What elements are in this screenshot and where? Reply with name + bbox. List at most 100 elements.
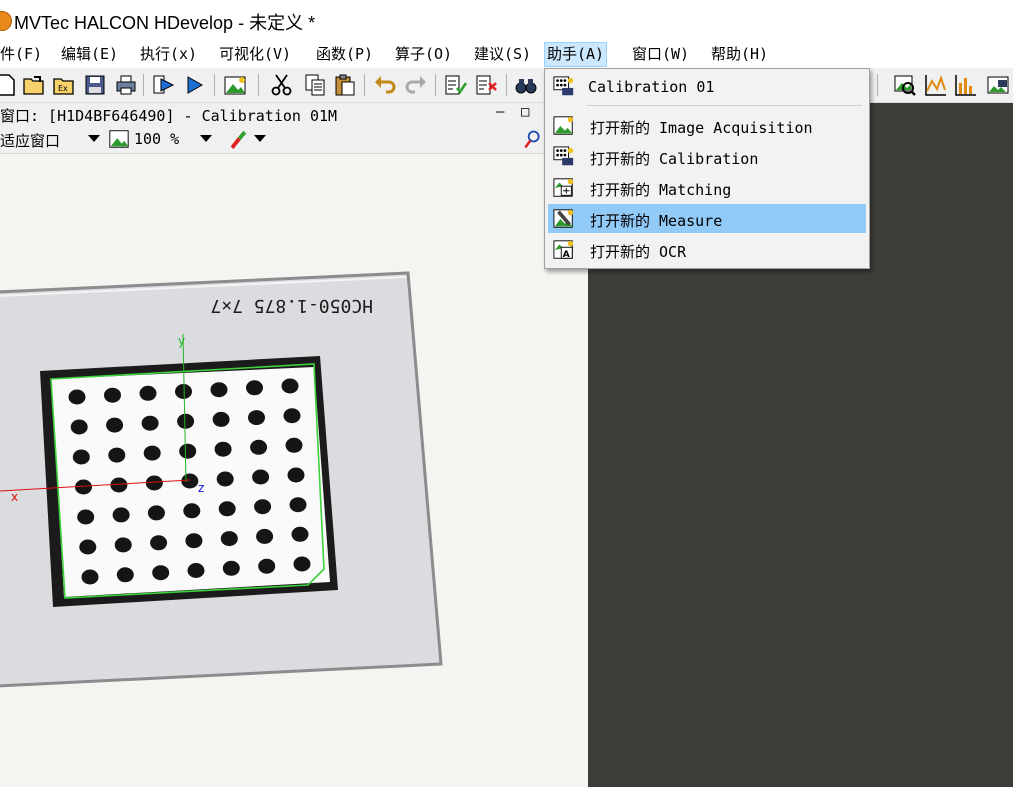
inspect-binoculars-icon[interactable] [514, 73, 538, 97]
menu-item-label: 打开新的 Measure [590, 212, 723, 230]
draw-tool-icon[interactable] [226, 128, 250, 150]
calibration-mark [147, 505, 165, 521]
toolbar-separator [435, 74, 436, 96]
menu-assistants[interactable]: 助手(A) [544, 42, 608, 67]
calibration-mark [104, 387, 121, 403]
assistants-dropdown-menu: Calibration 01 打开新的 Image Acquisition 打开… [544, 68, 870, 269]
calibration-mark [220, 531, 238, 547]
calibration-mark [175, 384, 192, 399]
menu-visualization[interactable]: 可视化(V) [219, 43, 291, 66]
calibration-mark [79, 539, 97, 555]
calibration-mark [110, 477, 128, 493]
step-icon[interactable] [184, 73, 208, 97]
minimize-button[interactable]: – [496, 104, 504, 120]
calibration-mark [108, 447, 126, 463]
new-file-icon[interactable] [0, 73, 18, 97]
zoom-image-icon [109, 130, 129, 148]
menu-window[interactable]: 窗口(W) [632, 43, 689, 66]
calibration-mark [185, 533, 203, 549]
menu-suggestions[interactable]: 建议(S) [474, 43, 531, 66]
calibration-mark [281, 378, 299, 394]
calibration-mark [283, 408, 301, 424]
calibration-mark [114, 537, 132, 553]
run-icon[interactable] [152, 73, 176, 97]
calibration-mark [81, 569, 99, 585]
menu-operators[interactable]: 算子(O) [395, 43, 452, 66]
save-icon[interactable] [83, 73, 107, 97]
calibration-mark [150, 535, 168, 551]
histogram-icon[interactable] [954, 73, 978, 97]
calibration-mark [187, 563, 205, 578]
chevron-down-icon[interactable] [200, 135, 212, 142]
line-profile-icon[interactable] [924, 73, 948, 97]
calibration-icon [553, 146, 574, 166]
chevron-down-icon[interactable] [254, 135, 266, 142]
calibration-mark [287, 467, 305, 483]
toolbar-separator [214, 74, 215, 96]
zoom-window-icon[interactable] [893, 73, 917, 97]
graphics-window-canvas[interactable]: y x z HC050-1.875 7×7 [0, 154, 588, 787]
calibration-mark [139, 385, 157, 401]
activate-line-icon[interactable] [444, 73, 468, 97]
undo-icon[interactable] [373, 73, 397, 97]
image-window-icon[interactable] [223, 73, 247, 97]
svg-text:A: A [563, 249, 571, 260]
menu-item-measure[interactable]: 打开新的 Measure [548, 204, 866, 233]
calibration-mark [250, 439, 268, 455]
calibration-mark [218, 501, 236, 517]
chevron-down-icon[interactable] [88, 135, 100, 142]
open-example-icon[interactable]: Ex [52, 73, 76, 97]
menu-item-matching[interactable]: 打开新的 Matching [548, 173, 866, 202]
maximize-button[interactable]: □ [521, 104, 529, 120]
calibration-mark [179, 443, 197, 459]
feature-inspection-icon[interactable] [986, 73, 1010, 97]
cut-icon[interactable] [270, 73, 294, 97]
calibration-mark [70, 419, 88, 435]
matching-icon [553, 178, 574, 197]
open-file-icon[interactable] [22, 73, 46, 97]
menu-help[interactable]: 帮助(H) [711, 43, 768, 66]
graphics-window-title: 窗口: [H1D4BF646490] - Calibration 01M [0, 107, 338, 125]
toolbar-separator [364, 74, 365, 96]
calibration-mark [141, 415, 159, 431]
menu-item-calibration-01[interactable]: Calibration 01 [548, 72, 866, 101]
menu-item-label: Calibration 01 [588, 78, 715, 96]
calibration-mark [256, 528, 274, 544]
calibration-mark [106, 417, 124, 433]
print-icon[interactable] [114, 73, 138, 97]
ocr-icon: A [553, 240, 574, 260]
menu-item-image-acquisition[interactable]: 打开新的 Image Acquisition [548, 111, 866, 140]
calibration-mark [72, 449, 90, 465]
halcon-logo-icon [0, 11, 12, 31]
calibration-mark [145, 475, 163, 491]
toolbar-separator [877, 74, 878, 96]
menu-item-ocr[interactable]: A 打开新的 OCR [548, 235, 866, 264]
plate-label: HC050-1.875 7×7 [210, 295, 373, 316]
calibration-icon [553, 76, 574, 96]
calibration-image: y x z HC050-1.875 7×7 [0, 271, 443, 688]
zoom-select[interactable]: 100 % [134, 130, 179, 148]
calibration-mark [68, 389, 86, 405]
redo-icon[interactable] [404, 73, 428, 97]
measure-icon [553, 209, 574, 228]
toolbar-separator [258, 74, 259, 96]
calibration-mark [258, 558, 276, 574]
calibration-mark [285, 437, 303, 453]
menu-procedures[interactable]: 函数(P) [316, 43, 373, 66]
menu-item-label: 打开新的 Image Acquisition [590, 119, 813, 137]
copy-icon[interactable] [303, 73, 327, 97]
calibration-mark [214, 441, 232, 457]
window-title: MVTec HALCON HDevelop - 未定义 * [14, 13, 316, 33]
title-bar: MVTec HALCON HDevelop - 未定义 * [0, 0, 1013, 42]
menu-file[interactable]: 件(F) [0, 43, 42, 66]
calibration-mark [252, 469, 270, 485]
menu-separator [587, 105, 862, 106]
calibration-mark [143, 445, 161, 461]
menu-execute[interactable]: 执行(x) [140, 43, 197, 66]
pixel-info-icon[interactable] [522, 128, 542, 150]
fit-mode-select[interactable]: 适应窗口 [0, 130, 60, 151]
deactivate-line-icon[interactable] [475, 73, 499, 97]
menu-item-calibration[interactable]: 打开新的 Calibration [548, 142, 866, 171]
paste-icon[interactable] [333, 73, 357, 97]
menu-edit[interactable]: 编辑(E) [61, 43, 118, 66]
